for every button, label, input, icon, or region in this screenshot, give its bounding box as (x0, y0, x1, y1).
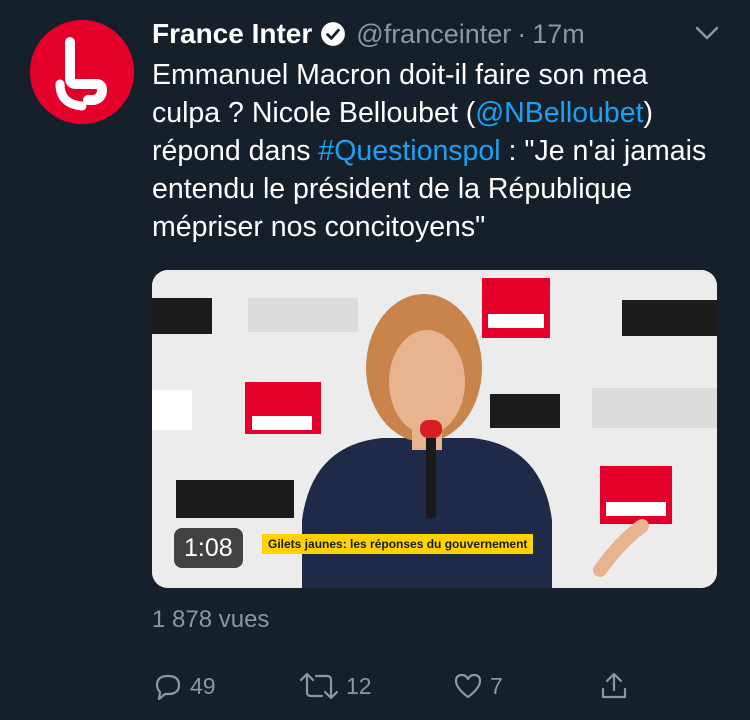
video-duration-badge: 1:08 (174, 528, 243, 568)
reply-button[interactable]: 49 (152, 668, 216, 704)
view-count: 1 878 vues (152, 606, 270, 633)
verified-badge-icon (320, 21, 346, 47)
like-button[interactable]: 7 (452, 668, 503, 704)
share-button[interactable] (598, 668, 630, 704)
mention-link[interactable]: @NBelloubet (475, 97, 643, 129)
retweet-icon (299, 672, 339, 700)
like-count: 7 (490, 672, 503, 699)
avatar[interactable] (30, 20, 134, 124)
france-inter-logo-icon (30, 20, 134, 124)
tweet-timestamp[interactable]: 17m (532, 19, 585, 50)
tweet[interactable]: France Inter @franceinter · 17m Emmanuel… (0, 0, 750, 720)
separator-dot: · (517, 18, 527, 49)
chevron-down-icon[interactable] (692, 22, 722, 44)
tweet-actions: 49 12 7 (152, 668, 652, 704)
tweet-header: France Inter @franceinter · 17m (152, 14, 585, 54)
retweet-button[interactable]: 12 (298, 668, 372, 704)
retweet-count: 12 (346, 672, 372, 699)
video-caption-banner: Gilets jaunes: les réponses du gouvernem… (262, 534, 534, 554)
author-handle[interactable]: @franceinter (356, 19, 511, 50)
reply-icon (155, 674, 181, 701)
share-icon (601, 672, 627, 699)
author-name[interactable]: France Inter (152, 18, 312, 50)
hashtag-link[interactable]: #Questionspol (318, 135, 500, 167)
tweet-text: Emmanuel Macron doit-il faire son mea cu… (152, 56, 722, 246)
reply-count: 49 (190, 672, 216, 699)
heart-icon (454, 673, 482, 699)
